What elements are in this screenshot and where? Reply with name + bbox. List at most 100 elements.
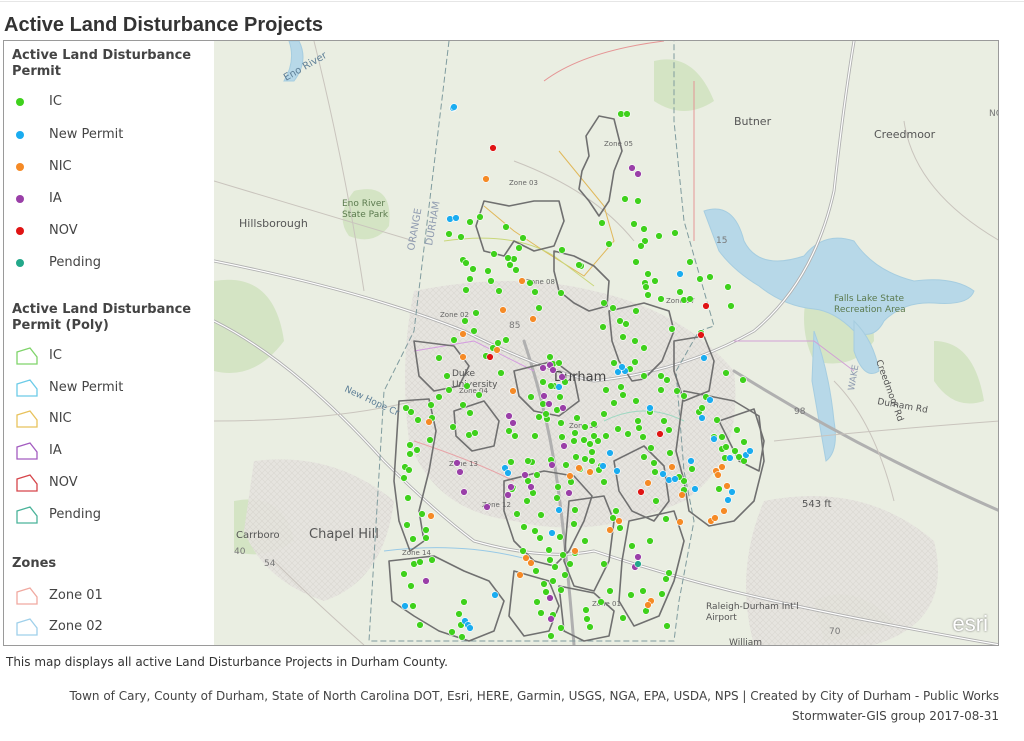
permit-point-nic[interactable] (509, 387, 517, 395)
permit-point-ic[interactable] (448, 628, 456, 636)
permit-point-ic[interactable] (572, 453, 580, 461)
permit-point-ic[interactable] (570, 437, 578, 445)
permit-point-ia[interactable] (460, 488, 468, 496)
permit-point-new-permit[interactable] (452, 214, 460, 222)
permit-point-ic[interactable] (570, 520, 578, 528)
permit-point-ic[interactable] (515, 244, 523, 252)
permit-point-ic[interactable] (513, 510, 521, 518)
permit-point-ic[interactable] (662, 515, 670, 523)
permit-point-ic[interactable] (520, 523, 528, 531)
permit-point-ic[interactable] (537, 609, 545, 617)
permit-point-ic[interactable] (566, 560, 574, 568)
permit-point-ic[interactable] (400, 474, 408, 482)
permit-point-ic[interactable] (435, 354, 443, 362)
permit-point-ic[interactable] (457, 233, 465, 241)
permit-point-ic[interactable] (527, 393, 535, 401)
permit-point-ic[interactable] (524, 457, 532, 465)
permit-point-ic[interactable] (657, 386, 665, 394)
permit-point-ia[interactable] (548, 461, 556, 469)
permit-point-nic[interactable] (527, 559, 535, 567)
permit-point-nic[interactable] (575, 464, 583, 472)
permit-point-ic[interactable] (680, 296, 688, 304)
permit-point-ic[interactable] (450, 336, 458, 344)
permit-point-ic[interactable] (652, 497, 660, 505)
permit-point-ic[interactable] (647, 444, 655, 452)
permit-point-nic[interactable] (529, 315, 537, 323)
permit-point-nic[interactable] (606, 526, 614, 534)
permit-point-ic[interactable] (727, 302, 735, 310)
permit-point-ic[interactable] (535, 413, 543, 421)
permit-point-ic[interactable] (510, 255, 518, 263)
permit-point-ic[interactable] (547, 382, 555, 390)
permit-point-ic[interactable] (731, 447, 739, 455)
permit-point-ic[interactable] (600, 410, 608, 418)
permit-point-ia[interactable] (559, 404, 567, 412)
permit-point-ia[interactable] (504, 491, 512, 499)
permit-point-ic[interactable] (581, 423, 589, 431)
permit-point-ic[interactable] (686, 258, 694, 266)
permit-point-ic[interactable] (586, 623, 594, 631)
permit-point-new-permit[interactable] (698, 414, 706, 422)
permit-point-ia[interactable] (456, 468, 464, 476)
permit-point-ic[interactable] (722, 369, 730, 377)
permit-point-new-permit[interactable] (466, 624, 474, 632)
permit-point-ia[interactable] (549, 366, 557, 374)
permit-point-ia[interactable] (628, 164, 636, 172)
permit-point-ic[interactable] (619, 391, 627, 399)
permit-point-new-permit[interactable] (555, 506, 563, 514)
permit-point-new-permit[interactable] (606, 449, 614, 457)
permit-point-ic[interactable] (495, 287, 503, 295)
permit-point-ic[interactable] (644, 291, 652, 299)
permit-point-ic[interactable] (580, 436, 588, 444)
permit-point-ic[interactable] (640, 225, 648, 233)
permit-point-ic[interactable] (507, 458, 515, 466)
permit-point-ic[interactable] (588, 457, 596, 465)
basemap[interactable]: Butner Creedmoor Hillsborough Eno River Stat… (214, 41, 999, 645)
permit-point-ia[interactable] (558, 373, 566, 381)
permit-point-ic[interactable] (460, 598, 468, 606)
permit-point-ic[interactable] (646, 537, 654, 545)
permit-point-ic[interactable] (469, 265, 477, 273)
permit-point-ia[interactable] (509, 419, 517, 427)
permit-point-ic[interactable] (688, 465, 696, 473)
permit-point-new-permit[interactable] (401, 602, 409, 610)
permit-point-ic[interactable] (556, 393, 564, 401)
permit-point-nov[interactable] (486, 353, 494, 361)
permit-point-ia[interactable] (634, 170, 642, 178)
permit-point-ic[interactable] (553, 494, 561, 502)
permit-point-ic[interactable] (537, 511, 545, 519)
permit-point-ic[interactable] (619, 333, 627, 341)
permit-point-ic[interactable] (523, 497, 531, 505)
permit-point-ic[interactable] (558, 246, 566, 254)
permit-point-ic[interactable] (400, 570, 408, 578)
permit-point-ic[interactable] (445, 386, 453, 394)
permit-point-ia[interactable] (507, 483, 515, 491)
permit-point-ic[interactable] (562, 461, 570, 469)
permit-point-ic[interactable] (557, 586, 565, 594)
permit-point-ic[interactable] (660, 417, 668, 425)
permit-point-ic[interactable] (619, 614, 627, 622)
permit-point-ic[interactable] (621, 195, 629, 203)
permit-point-ic[interactable] (605, 240, 613, 248)
permit-point-new-permit[interactable] (728, 488, 736, 496)
permit-point-ic[interactable] (427, 401, 435, 409)
permit-point-ic[interactable] (484, 267, 492, 275)
permit-point-new-permit[interactable] (671, 475, 679, 483)
permit-point-nov[interactable] (702, 302, 710, 310)
permit-point-ic[interactable] (637, 242, 645, 250)
permit-point-ic[interactable] (556, 533, 564, 541)
permit-point-ic[interactable] (409, 535, 417, 543)
permit-point-ic[interactable] (663, 376, 671, 384)
permit-point-ia[interactable] (545, 400, 553, 408)
permit-point-new-permit[interactable] (491, 591, 499, 599)
permit-point-ic[interactable] (402, 404, 410, 412)
permit-point-ic[interactable] (504, 254, 512, 262)
permit-point-ic[interactable] (571, 506, 579, 514)
permit-point-ic[interactable] (533, 471, 541, 479)
permit-point-nic[interactable] (493, 346, 501, 354)
permit-point-ic[interactable] (506, 261, 514, 269)
permit-point-ic[interactable] (409, 602, 417, 610)
permit-point-ic[interactable] (557, 624, 565, 632)
permit-point-ic[interactable] (671, 229, 679, 237)
permit-point-ic[interactable] (740, 438, 748, 446)
